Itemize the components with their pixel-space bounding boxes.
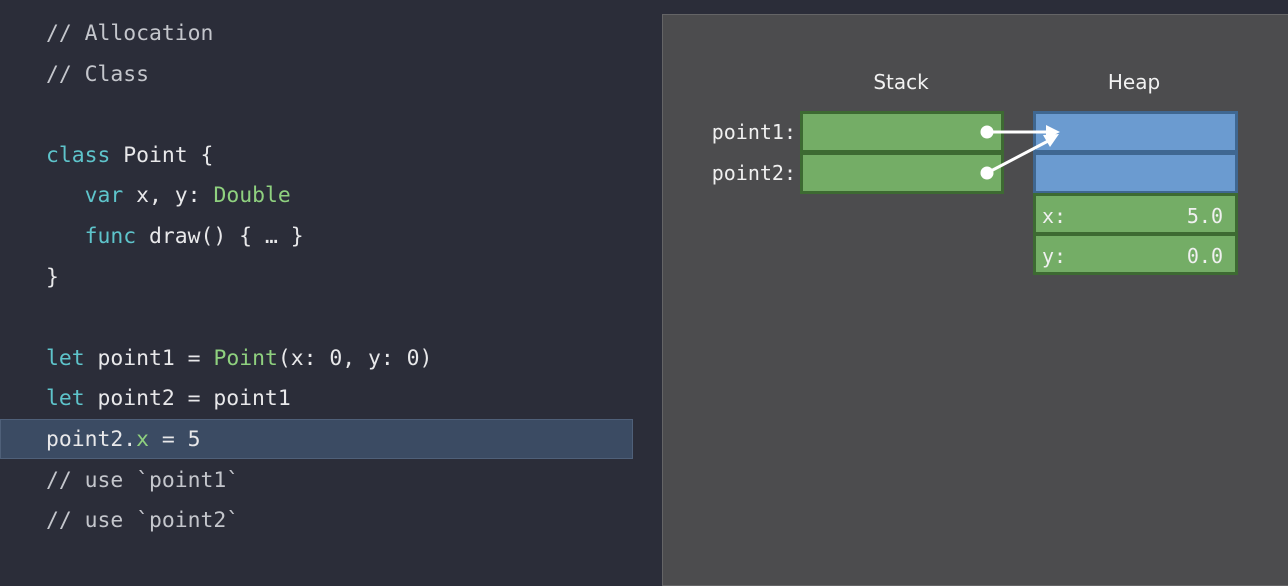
arrow-point2 [986,138,1051,175]
reference-arrows [980,125,1060,180]
